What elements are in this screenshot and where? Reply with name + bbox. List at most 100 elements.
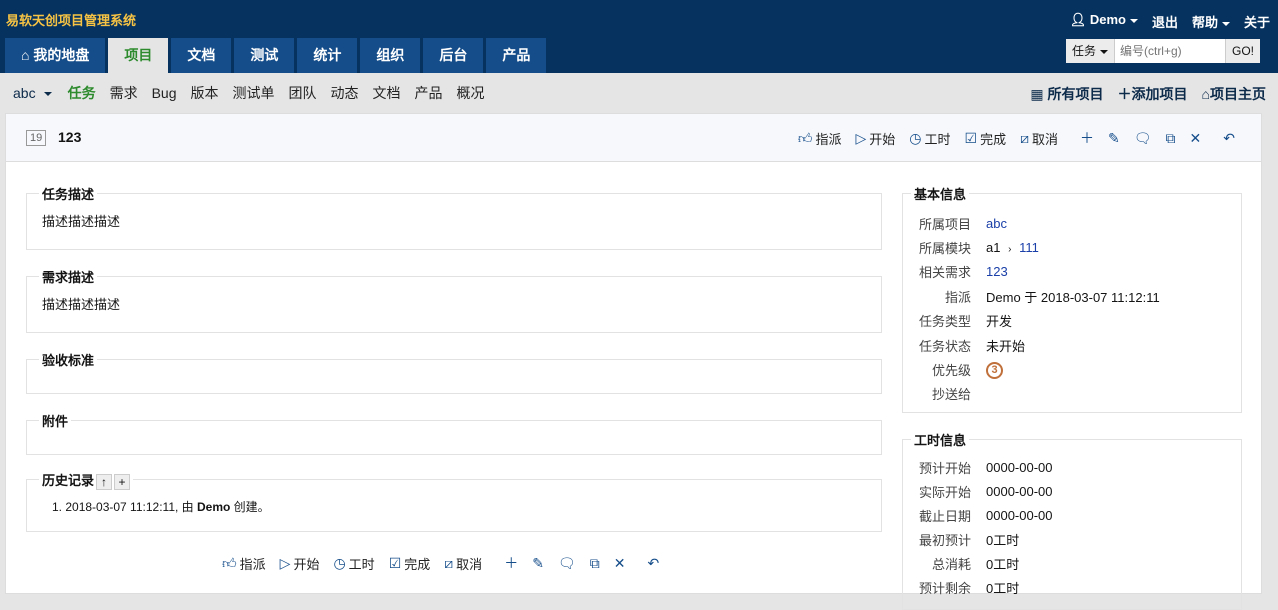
info-value: Demo 于 2018-03-07 11:12:11	[986, 289, 1160, 305]
copy-icon[interactable]: ⧉	[1166, 130, 1176, 147]
logout-link[interactable]: 退出	[1152, 12, 1178, 31]
clock-icon: ◷	[909, 129, 922, 146]
history-section: 历史记录 ↑ + 1. 2018-03-07 11:12:11, 由 Demo 创建…	[26, 470, 882, 532]
tab-my[interactable]: ⌂ 我的地盘	[5, 38, 106, 73]
finish-button[interactable]: ☑ 完成	[965, 129, 1007, 148]
cancel-button[interactable]: ⧄ 取消	[1020, 129, 1058, 148]
info-row: 总消耗 0工时	[903, 551, 1241, 575]
module-link[interactable]: 111	[1019, 240, 1039, 255]
section-title: 任务描述	[42, 187, 95, 202]
story-link[interactable]: 123	[986, 264, 1008, 279]
cancel-label: 取消	[456, 556, 483, 572]
section-title: 需求描述	[42, 270, 95, 285]
all-projects-link[interactable]: ▦ 所有项目	[1030, 84, 1103, 104]
section-title: 历史记录	[42, 473, 95, 488]
subnav-task[interactable]: 任务	[68, 83, 96, 103]
help-label: 帮助	[1191, 15, 1218, 30]
subnav-dynamic[interactable]: 动态	[331, 83, 359, 103]
tab-doc[interactable]: 文档	[171, 38, 232, 73]
start-label: 开始	[869, 131, 896, 147]
pencil-icon[interactable]: ✎	[1108, 130, 1120, 147]
tab-admin[interactable]: 后台	[423, 38, 484, 73]
thumbs-up-icon: 👍︎	[222, 554, 237, 571]
expand-all-button[interactable]: +	[114, 473, 131, 490]
info-value: 0000-00-00	[986, 459, 1053, 475]
close-icon[interactable]: ✕	[614, 555, 626, 572]
effort-info-section: 工时信息 预计开始 0000-00-00 实际开始 0000-00-00 截止日期 0…	[902, 430, 1242, 610]
help-menu[interactable]: 帮助	[1192, 12, 1230, 31]
info-row: 预计剩余 0工时	[903, 575, 1241, 599]
tab-company[interactable]: 组织	[360, 38, 421, 73]
info-row: 指派 Demo 于 2018-03-07 11:12:11	[903, 284, 1241, 308]
info-label: 截止日期	[918, 508, 971, 524]
effort-button[interactable]: ◷ 工时	[333, 554, 374, 573]
search-type-select[interactable]: 任务	[1065, 39, 1115, 63]
start-button[interactable]: ▷ 开始	[280, 554, 320, 573]
subnav-doc[interactable]: 文档	[373, 83, 401, 103]
sort-up-button[interactable]: ↑	[96, 473, 113, 490]
tab-test[interactable]: 测试	[234, 38, 295, 73]
search-go-button[interactable]: GO!	[1224, 39, 1260, 63]
tab-label: 我的地盘	[33, 47, 90, 63]
effort-label: 工时	[924, 131, 951, 147]
tab-report[interactable]: 统计	[297, 38, 358, 73]
close-icon[interactable]: ✕	[1190, 130, 1202, 147]
project-name: abc	[13, 85, 36, 101]
info-row: 最初预计 0工时	[903, 527, 1241, 551]
subnav-team[interactable]: 团队	[289, 83, 317, 103]
subnav-build[interactable]: 版本	[191, 83, 219, 103]
sub-nav: abc 任务 需求 Bug 版本 测试单 团队 动态 文档 产品 概况 ▦ 所有…	[0, 73, 1278, 113]
subnav-view[interactable]: 概况	[457, 83, 485, 103]
comment-icon[interactable]: 🗨︎	[1134, 130, 1152, 147]
cancel-button[interactable]: ⧄ 取消	[444, 554, 482, 573]
priority-badge: 3	[986, 361, 1003, 379]
info-row: 优先级 3	[903, 357, 1241, 381]
cancel-square-icon: ⧄	[1020, 129, 1029, 146]
add-project-link[interactable]: ＋添加项目	[1118, 84, 1188, 104]
info-label: 相关需求	[918, 265, 971, 281]
plus-icon: ＋	[1117, 86, 1132, 102]
subnav-product[interactable]: 产品	[415, 83, 443, 103]
copy-icon[interactable]: ⧉	[590, 555, 600, 572]
tab-product[interactable]: 产品	[486, 38, 547, 73]
home-icon: ⌂	[1201, 86, 1210, 102]
back-icon[interactable]: ↶	[647, 555, 659, 572]
play-icon: ▷	[279, 554, 291, 571]
subnav-bug[interactable]: Bug	[152, 85, 177, 101]
comment-icon[interactable]: 🗨︎	[558, 555, 576, 572]
assign-button[interactable]: 👍︎ 指派	[222, 554, 266, 573]
start-button[interactable]: ▷ 开始	[855, 129, 895, 148]
checkbox-icon: ☑	[964, 129, 978, 146]
chevron-down-icon	[1221, 21, 1230, 26]
task-id-badge: 19	[26, 130, 47, 146]
project-link[interactable]: abc	[986, 216, 1007, 231]
finish-button[interactable]: ☑ 完成	[389, 554, 431, 573]
subnav-story[interactable]: 需求	[110, 83, 138, 103]
assign-label: 指派	[815, 131, 842, 147]
info-label: 任务类型	[918, 314, 971, 330]
back-icon[interactable]: ↶	[1223, 130, 1235, 147]
info-row: 任务类型 开发	[903, 309, 1241, 333]
pencil-icon[interactable]: ✎	[532, 555, 544, 572]
main-nav: ⌂ 我的地盘 项目 文档 测试 统计 组织 后台 产品	[5, 38, 547, 73]
plus-icon[interactable]: ＋	[504, 553, 518, 573]
subnav-testtask[interactable]: 测试单	[233, 83, 275, 103]
tab-project[interactable]: 项目	[108, 38, 169, 73]
about-link[interactable]: 关于	[1244, 12, 1270, 31]
chevron-down-icon	[1129, 18, 1138, 23]
info-label: 任务状态	[918, 338, 971, 354]
start-label: 开始	[293, 556, 320, 572]
plus-icon[interactable]: ＋	[1080, 128, 1094, 148]
task-description-section: 任务描述 描述描述描述	[26, 184, 882, 250]
info-label: 优先级	[931, 363, 971, 379]
search-input[interactable]	[1114, 39, 1225, 63]
user-menu[interactable]: 👤︎ Demo	[1070, 12, 1138, 31]
project-home-label: 项目主页	[1210, 86, 1266, 102]
project-home-link[interactable]: ⌂项目主页	[1202, 84, 1266, 104]
project-switcher[interactable]: abc	[13, 85, 52, 101]
info-row: 相关需求 123	[903, 260, 1241, 284]
effort-button[interactable]: ◷ 工时	[909, 129, 950, 148]
info-row: 任务状态 未开始	[903, 333, 1241, 357]
assign-button[interactable]: 👍︎ 指派	[798, 129, 842, 148]
add-project-label: 添加项目	[1131, 86, 1188, 102]
